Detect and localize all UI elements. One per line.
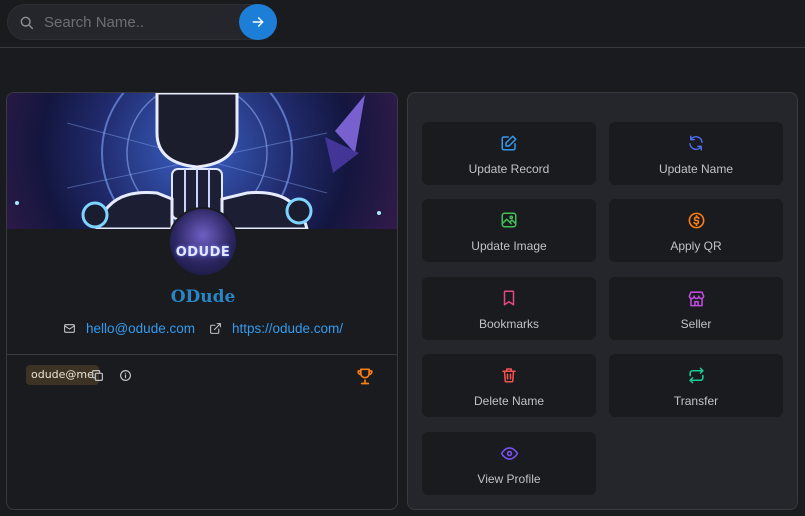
seller-label: Seller (680, 317, 712, 331)
update-image-button[interactable]: Update Image (422, 199, 596, 262)
top-bar (0, 0, 805, 48)
transfer-icon (688, 367, 704, 383)
external-link-icon (210, 323, 221, 334)
seller-button[interactable]: Seller (609, 277, 783, 340)
avatar-logo-text: ODUDE (175, 244, 231, 260)
view-profile-label: View Profile (477, 472, 541, 486)
info-icon[interactable] (119, 369, 132, 382)
trophy-icon[interactable] (355, 366, 375, 386)
avatar: ODUDE (168, 207, 238, 277)
profile-card: ODUDE ODude hello@odude.com https://odud… (6, 92, 398, 510)
apply-qr-button[interactable]: Apply QR (609, 199, 783, 262)
contact-links: hello@odude.com https://odude.com/ (7, 321, 397, 336)
update-name-label: Update Name (658, 162, 734, 176)
actions-panel: Update Record Update Name Update Image A… (407, 92, 798, 510)
update-record-button[interactable]: Update Record (422, 122, 596, 185)
profile-name: ODude (170, 287, 236, 307)
bookmarks-label: Bookmarks (478, 317, 540, 331)
email-text: hello@odude.com (85, 321, 195, 336)
mail-icon (64, 324, 75, 333)
dollar-coin-icon (688, 212, 704, 228)
update-name-button[interactable]: Update Name (609, 122, 783, 185)
delete-name-button[interactable]: Delete Name (422, 354, 596, 417)
search-submit-button[interactable] (239, 4, 277, 40)
image-icon (501, 212, 517, 228)
arrow-right-icon (252, 17, 264, 27)
trash-icon (502, 368, 516, 383)
refresh-icon (689, 135, 703, 151)
divider (7, 354, 397, 355)
website-link[interactable]: https://odude.com/ (209, 321, 343, 336)
delete-name-label: Delete Name (473, 394, 545, 408)
view-profile-button[interactable]: View Profile (422, 432, 596, 495)
bookmark-icon (503, 290, 515, 306)
edit-icon (501, 135, 517, 151)
transfer-button[interactable]: Transfer (609, 354, 783, 417)
bookmarks-button[interactable]: Bookmarks (422, 277, 596, 340)
email-link[interactable]: hello@odude.com (63, 321, 195, 336)
search-bar (7, 4, 277, 40)
update-record-label: Update Record (468, 162, 550, 176)
name-tag-badge: odude@me (26, 365, 99, 385)
search-input[interactable] (44, 10, 234, 34)
store-icon (688, 290, 704, 306)
transfer-label: Transfer (673, 394, 719, 408)
apply-qr-label: Apply QR (670, 239, 722, 253)
update-image-label: Update Image (471, 239, 547, 253)
copy-icon[interactable] (91, 369, 104, 382)
eye-icon (500, 446, 518, 460)
search-icon (20, 16, 34, 30)
website-text: https://odude.com/ (231, 321, 344, 336)
